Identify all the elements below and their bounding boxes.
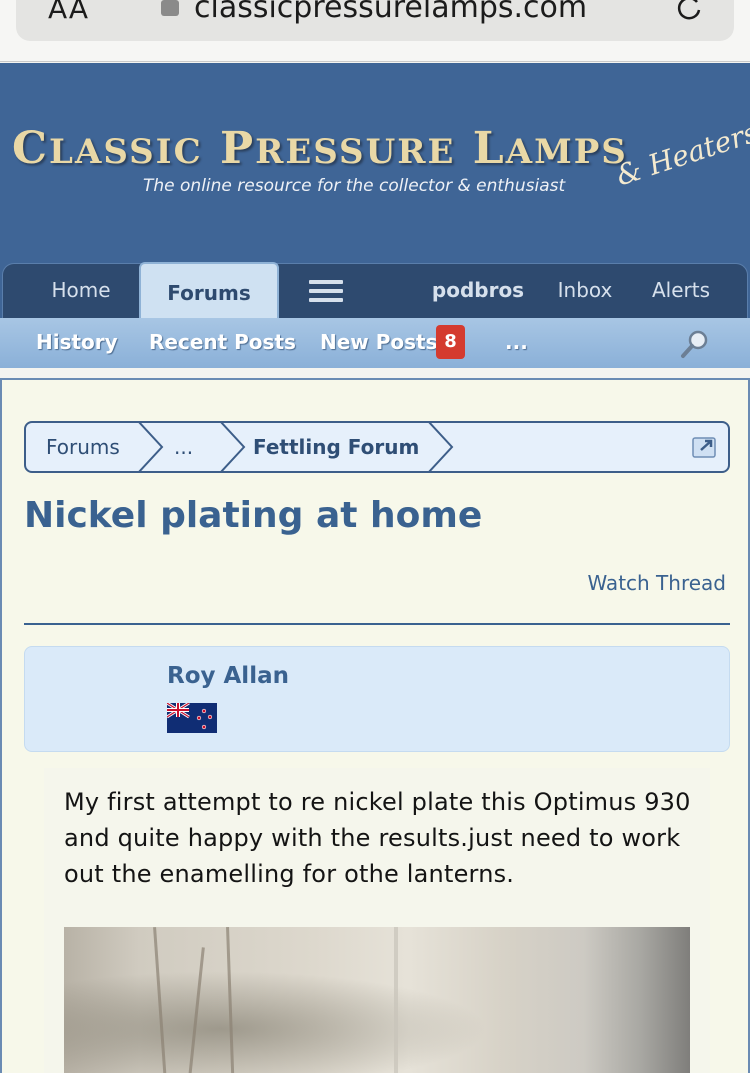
browser-toolbar: AA classicpressurelamps.com [0, 0, 750, 62]
search-icon[interactable] [679, 328, 711, 360]
reload-icon[interactable] [675, 0, 703, 20]
site-header: CLASSIC PRESSURE LAMPS The online resour… [0, 63, 750, 320]
breadcrumb-separator-icon [220, 423, 246, 471]
new-zealand-flag-icon [167, 703, 217, 733]
subnav-more[interactable]: ... [505, 318, 528, 366]
thread-title: Nickel plating at home [24, 495, 483, 536]
post-author-name[interactable]: Roy Allan [167, 663, 289, 689]
nav-user-account[interactable]: podbros [423, 264, 533, 319]
nav-alerts[interactable]: Alerts [641, 264, 721, 319]
post-author-box: Roy Allan [24, 646, 730, 752]
breadcrumb-fettling-forum[interactable]: Fettling Forum [253, 423, 419, 471]
divider [24, 623, 730, 625]
tab-home[interactable]: Home [17, 264, 145, 319]
breadcrumb-forums[interactable]: Forums [46, 423, 120, 471]
breadcrumb-separator-icon [138, 423, 164, 471]
main-content: Forums ... Fettling Forum Nickel plating… [0, 378, 750, 1073]
lock-icon [161, 0, 179, 16]
site-logo-title[interactable]: CLASSIC PRESSURE LAMPS [12, 123, 628, 174]
watch-thread-link[interactable]: Watch Thread [587, 571, 726, 595]
menu-icon[interactable] [309, 280, 343, 302]
new-posts-count-badge: 8 [436, 325, 465, 359]
reader-settings-button[interactable]: AA [48, 0, 89, 25]
sub-nav: History Recent Posts New Posts 8 ... [0, 318, 750, 368]
post-message: My first attempt to re nickel plate this… [64, 788, 691, 888]
breadcrumb: Forums ... Fettling Forum [24, 421, 730, 473]
site-logo-script: & Heaters [612, 115, 750, 193]
site-tagline: The online resource for the collector & … [143, 176, 566, 196]
url-text[interactable]: classicpressurelamps.com [194, 0, 587, 25]
post-body: My first attempt to re nickel plate this… [44, 768, 710, 1073]
subnav-new-posts[interactable]: New Posts [320, 318, 438, 366]
tab-forums[interactable]: Forums [139, 262, 279, 320]
main-nav: Home Forums podbros Inbox Alerts [2, 262, 748, 320]
post-attachment-image[interactable] [64, 927, 690, 1073]
breadcrumb-separator-icon [428, 423, 454, 471]
subnav-recent-posts[interactable]: Recent Posts [149, 318, 296, 366]
subnav-history[interactable]: History [36, 318, 118, 366]
jump-to-icon[interactable] [692, 435, 718, 459]
nav-inbox[interactable]: Inbox [548, 264, 622, 319]
breadcrumb-ellipsis[interactable]: ... [174, 423, 193, 471]
